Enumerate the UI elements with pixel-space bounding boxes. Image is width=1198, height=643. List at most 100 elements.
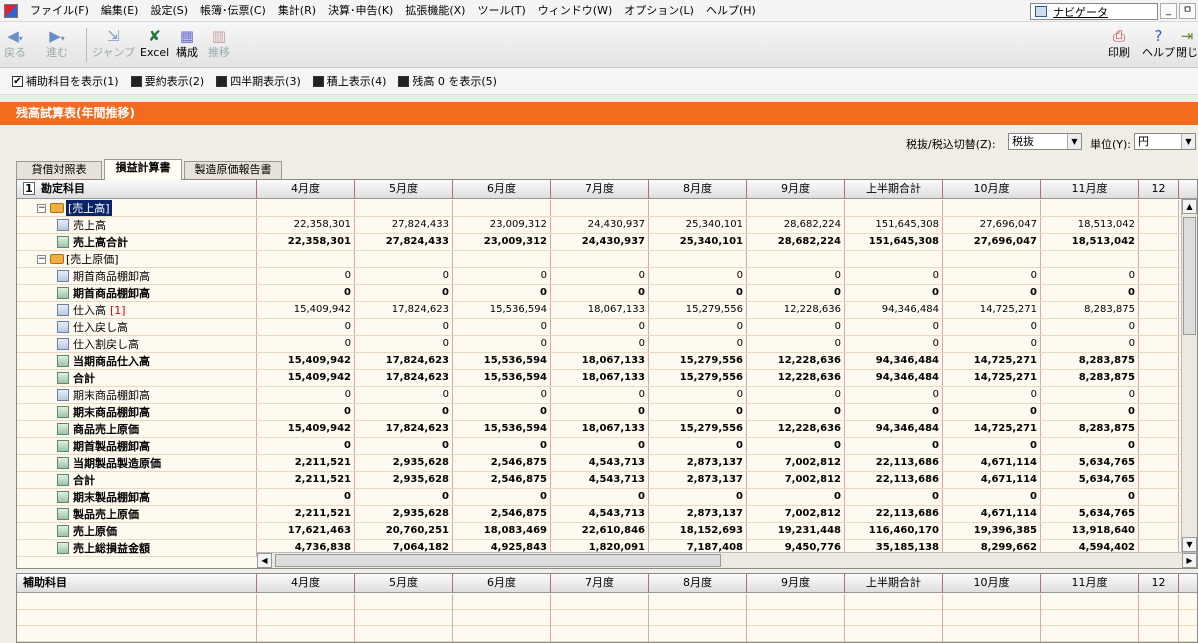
value-cell[interactable]: 0	[1041, 268, 1139, 284]
value-cell[interactable]: 18,513,042	[1041, 234, 1139, 250]
empty-cell[interactable]	[355, 626, 453, 642]
value-cell[interactable]: 0	[845, 336, 943, 352]
value-cell[interactable]: 0	[453, 438, 551, 454]
value-cell[interactable]: 15,536,594	[453, 353, 551, 369]
value-cell[interactable]	[1139, 370, 1179, 386]
value-cell[interactable]: 2,546,875	[453, 506, 551, 522]
value-cell[interactable]	[649, 251, 747, 267]
table-row[interactable]: 売上高合計 22,358,301 27,824,433 23,009,312 24,43…	[17, 234, 1197, 251]
table-row[interactable]: 仕入戻し高 0 0 0 0 0 0 0 0 0	[17, 319, 1197, 336]
option-quarterly-view[interactable]: 四半期表示(3)	[216, 73, 301, 89]
value-cell[interactable]: 0	[453, 285, 551, 301]
account-cell[interactable]: 仕入高 [1]	[17, 302, 257, 318]
value-cell[interactable]	[453, 200, 551, 216]
column-header[interactable]: 12	[1139, 574, 1179, 593]
option-summary-view[interactable]: 要約表示(2)	[130, 73, 204, 89]
value-cell[interactable]: 0	[355, 404, 453, 420]
value-cell[interactable]: 18,083,469	[453, 523, 551, 539]
value-cell[interactable]: 18,067,133	[551, 421, 649, 437]
value-cell[interactable]: 0	[257, 319, 355, 335]
empty-cell[interactable]	[17, 610, 257, 626]
value-cell[interactable]: 0	[355, 319, 453, 335]
account-cell[interactable]: 期末商品棚卸高	[17, 387, 257, 403]
value-cell[interactable]: 0	[943, 387, 1041, 403]
empty-cell[interactable]	[551, 610, 649, 626]
value-cell[interactable]: 15,409,942	[257, 353, 355, 369]
empty-cell[interactable]	[1139, 626, 1179, 642]
value-cell[interactable]: 19,231,448	[747, 523, 845, 539]
column-header[interactable]: 6月度	[453, 180, 551, 199]
value-cell[interactable]	[257, 251, 355, 267]
empty-cell[interactable]	[355, 594, 453, 610]
value-cell[interactable]: 12,228,636	[747, 370, 845, 386]
scroll-down-icon[interactable]: ▼	[1182, 537, 1197, 552]
value-cell[interactable]: 12,228,636	[747, 421, 845, 437]
column-header[interactable]: 4月度	[257, 574, 355, 593]
value-cell[interactable]: 0	[649, 387, 747, 403]
value-cell[interactable]: 0	[355, 285, 453, 301]
value-cell[interactable]: 0	[943, 336, 1041, 352]
option-cumulative-view[interactable]: 積上表示(4)	[312, 73, 386, 89]
value-cell[interactable]	[1139, 336, 1179, 352]
value-cell[interactable]: 0	[943, 285, 1041, 301]
account-cell[interactable]: 期首商品棚卸高	[17, 268, 257, 284]
value-cell[interactable]: 2,873,137	[649, 455, 747, 471]
forward-button[interactable]: ▶▾ 進む	[46, 26, 68, 60]
value-cell[interactable]: 17,824,623	[355, 353, 453, 369]
table-row[interactable]: 期首商品棚卸高 0 0 0 0 0 0 0 0 0	[17, 268, 1197, 285]
value-cell[interactable]	[355, 251, 453, 267]
value-cell[interactable]: 23,009,312	[453, 217, 551, 233]
value-cell[interactable]: 0	[355, 336, 453, 352]
value-cell[interactable]: 0	[747, 268, 845, 284]
empty-cell[interactable]	[1041, 626, 1139, 642]
empty-cell[interactable]	[747, 594, 845, 610]
value-cell[interactable]: 0	[649, 319, 747, 335]
value-cell[interactable]: 22,358,301	[257, 217, 355, 233]
table-row[interactable]	[17, 626, 1197, 642]
empty-cell[interactable]	[943, 594, 1041, 610]
value-cell[interactable]: 27,696,047	[943, 234, 1041, 250]
value-cell[interactable]: 151,645,308	[845, 217, 943, 233]
value-cell[interactable]: 8,283,875	[1041, 421, 1139, 437]
value-cell[interactable]	[1139, 421, 1179, 437]
column-header[interactable]: 上半期合計	[845, 574, 943, 593]
value-cell[interactable]: 4,671,114	[943, 455, 1041, 471]
value-cell[interactable]: 14,725,271	[943, 370, 1041, 386]
value-cell[interactable]: 15,409,942	[257, 370, 355, 386]
value-cell[interactable]: 19,396,385	[943, 523, 1041, 539]
unit-select[interactable]: 円 ▼	[1134, 133, 1196, 150]
value-cell[interactable]: 94,346,484	[845, 302, 943, 318]
table-row[interactable]: − [売上原価]	[17, 251, 1197, 268]
value-cell[interactable]: 0	[257, 336, 355, 352]
value-cell[interactable]: 0	[257, 404, 355, 420]
value-cell[interactable]: 18,067,133	[551, 302, 649, 318]
value-cell[interactable]: 0	[845, 268, 943, 284]
account-cell[interactable]: 売上総損益金額	[17, 540, 257, 556]
empty-cell[interactable]	[845, 610, 943, 626]
empty-cell[interactable]	[453, 610, 551, 626]
value-cell[interactable]: 14,725,271	[943, 302, 1041, 318]
value-cell[interactable]: 0	[551, 285, 649, 301]
value-cell[interactable]	[747, 200, 845, 216]
value-cell[interactable]: 20,760,251	[355, 523, 453, 539]
empty-cell[interactable]	[649, 610, 747, 626]
menu-item[interactable]: 拡張機能(X)	[399, 0, 471, 22]
value-cell[interactable]	[649, 200, 747, 216]
value-cell[interactable]: 0	[845, 387, 943, 403]
scroll-thumb[interactable]	[1183, 217, 1196, 335]
account-column-header[interactable]: 1 勘定科目	[17, 180, 257, 199]
value-cell[interactable]: 0	[649, 438, 747, 454]
value-cell[interactable]: 2,211,521	[257, 472, 355, 488]
tab-manufacturing-cost-report[interactable]: 製造原価報告書	[184, 161, 282, 179]
column-header[interactable]: 10月度	[943, 574, 1041, 593]
value-cell[interactable]: 15,409,942	[257, 302, 355, 318]
account-cell[interactable]: 製品売上原価	[17, 506, 257, 522]
value-cell[interactable]: 0	[355, 387, 453, 403]
checkbox-icon[interactable]	[130, 75, 142, 87]
value-cell[interactable]: 14,725,271	[943, 421, 1041, 437]
value-cell[interactable]: 0	[747, 336, 845, 352]
table-row[interactable]: 売上原価 17,621,463 20,760,251 18,083,469 22,610…	[17, 523, 1197, 540]
table-row[interactable]	[17, 610, 1197, 626]
value-cell[interactable]: 15,279,556	[649, 370, 747, 386]
value-cell[interactable]	[943, 251, 1041, 267]
